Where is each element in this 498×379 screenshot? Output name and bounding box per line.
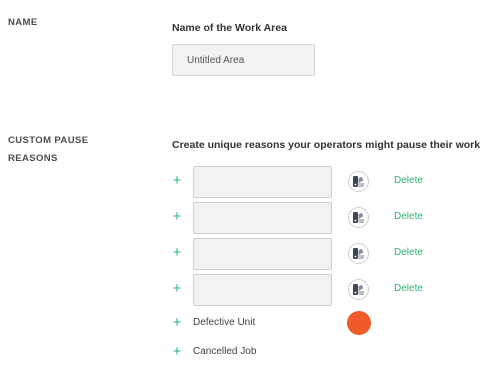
pause-reasons-heading: Create unique reasons your operators mig…	[172, 139, 481, 151]
delete-reason-link[interactable]: Delete	[394, 175, 423, 186]
preset-reason-label[interactable]: Cancelled Job	[193, 346, 256, 357]
pause-reason-row: + Delete	[0, 166, 498, 200]
color-palette-glyph	[353, 248, 364, 259]
add-reason-plus-icon[interactable]: +	[171, 173, 183, 189]
color-palette-icon[interactable]	[348, 171, 369, 192]
pause-reason-input[interactable]	[193, 274, 332, 306]
selected-color-swatch[interactable]	[347, 311, 371, 335]
work-area-name-input[interactable]	[172, 44, 315, 76]
color-palette-icon[interactable]	[348, 243, 369, 264]
preset-reason-row: + Defective Unit	[0, 314, 498, 334]
color-palette-icon[interactable]	[348, 207, 369, 228]
work-area-name-heading: Name of the Work Area	[172, 22, 287, 34]
color-palette-icon[interactable]	[348, 279, 369, 300]
add-reason-plus-icon[interactable]: +	[171, 344, 183, 360]
add-reason-plus-icon[interactable]: +	[171, 281, 183, 297]
delete-reason-link[interactable]: Delete	[394, 283, 423, 294]
preset-reason-row: + Cancelled Job	[0, 343, 498, 363]
pause-reason-input[interactable]	[193, 166, 332, 198]
pause-reason-input[interactable]	[193, 202, 332, 234]
pause-reasons-section-label: CUSTOM PAUSE REASONS	[8, 132, 88, 168]
add-reason-plus-icon[interactable]: +	[171, 245, 183, 261]
color-palette-glyph	[353, 284, 364, 295]
delete-reason-link[interactable]: Delete	[394, 211, 423, 222]
pause-reasons-label-line1: CUSTOM PAUSE	[8, 135, 89, 146]
pause-reason-row: + Delete	[0, 238, 498, 272]
delete-reason-link[interactable]: Delete	[394, 247, 423, 258]
pause-reason-row: + Delete	[0, 202, 498, 236]
pause-reason-row: + Delete	[0, 274, 498, 308]
color-palette-glyph	[353, 212, 364, 223]
add-reason-plus-icon[interactable]: +	[171, 209, 183, 225]
name-section-label: NAME	[8, 17, 38, 28]
add-reason-plus-icon[interactable]: +	[171, 315, 183, 331]
color-palette-glyph	[353, 176, 364, 187]
preset-reason-label[interactable]: Defective Unit	[193, 317, 255, 328]
pause-reason-input[interactable]	[193, 238, 332, 270]
